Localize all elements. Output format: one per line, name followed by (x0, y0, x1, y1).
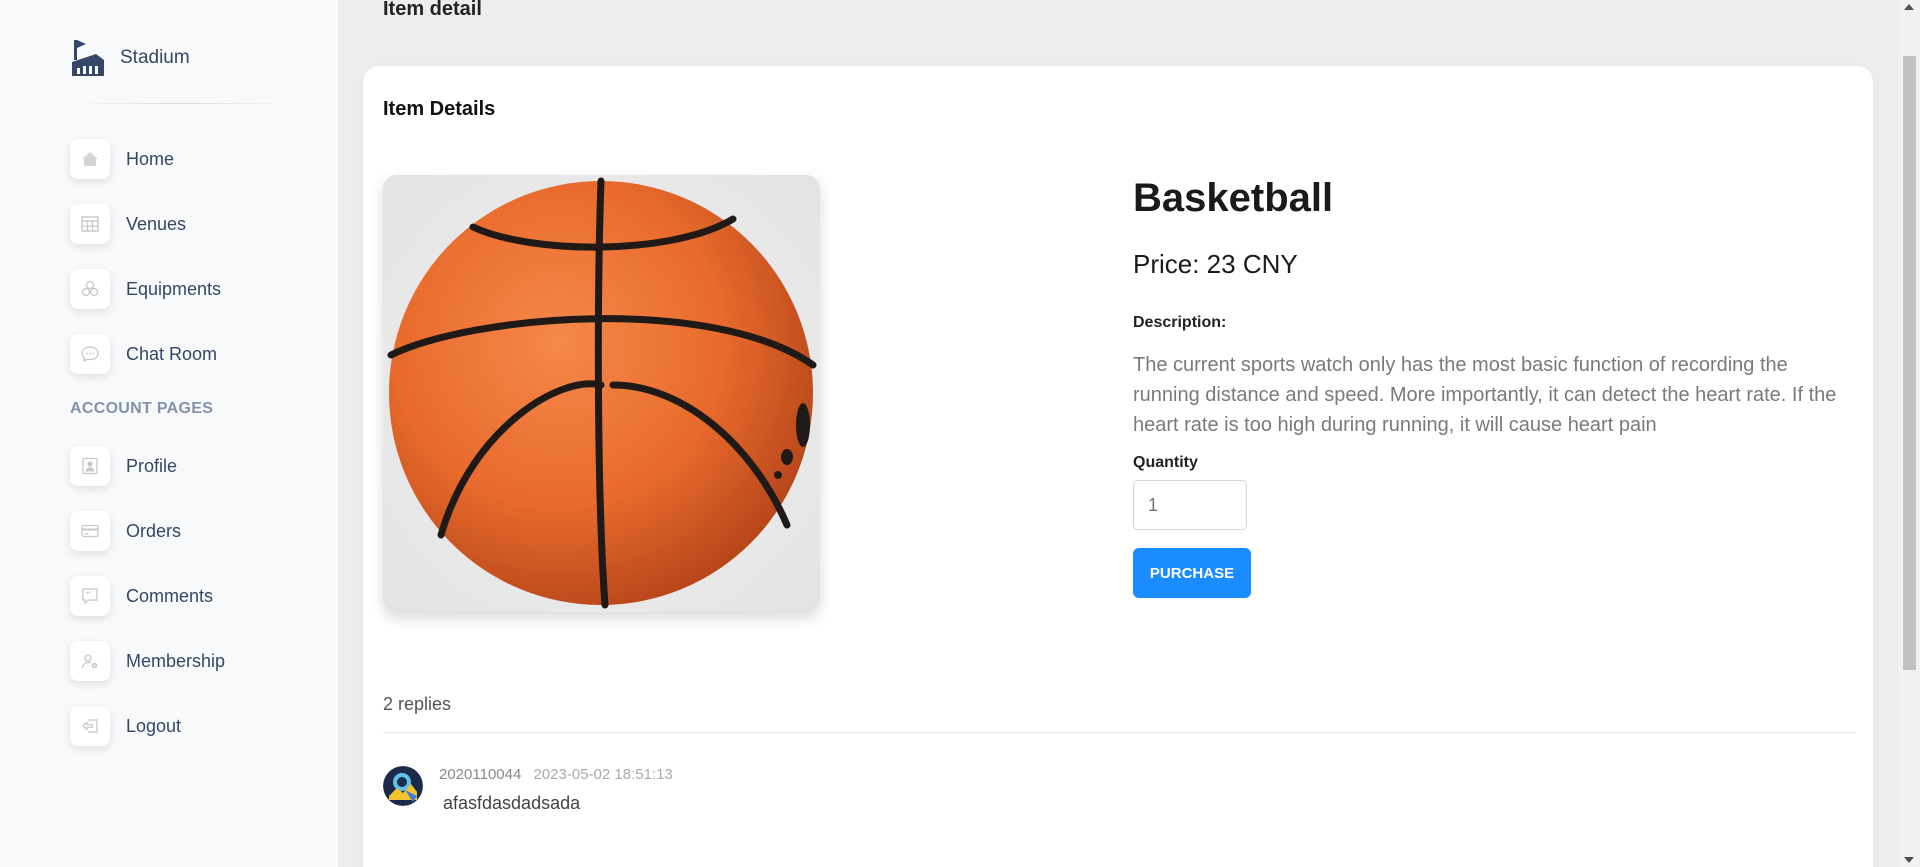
sidebar-item-home[interactable]: Home (70, 139, 174, 179)
cubes-icon (70, 269, 110, 309)
stadium-logo-icon (72, 40, 104, 76)
user-card-icon (70, 446, 110, 486)
section-title-account-pages: ACCOUNT PAGES (70, 400, 214, 417)
comment-meta: 2020110044 2023-05-02 18:51:13 (439, 766, 673, 783)
sidebar-item-comments[interactable]: ❞ Comments (70, 576, 213, 616)
sidebar-item-label: Equipments (126, 278, 222, 299)
brand[interactable]: Stadium (70, 38, 190, 78)
sidebar-divider (70, 103, 294, 104)
sidebar-item-equipments[interactable]: Equipments (70, 269, 221, 309)
sidebar-item-chat-room[interactable]: Chat Room (70, 334, 217, 374)
comment-username[interactable]: 2020110044 (439, 766, 521, 783)
brand-name: Stadium (120, 47, 190, 68)
sidebar-item-label: Logout (126, 715, 182, 736)
sidebar-item-label: Comments (126, 585, 214, 606)
sidebar-item-orders[interactable]: Orders (70, 511, 181, 551)
sidebar-item-label: Venues (126, 213, 187, 234)
product-info: Basketball Price: 23 CNY Description: Th… (1133, 176, 1855, 598)
table-icon (70, 204, 110, 244)
sidebar-item-logout[interactable]: Logout (70, 706, 181, 746)
product-description: The current sports watch only has the mo… (1133, 354, 1837, 436)
logout-icon (70, 706, 110, 746)
home-icon (70, 139, 110, 179)
sidebar-item-membership[interactable]: Membership (70, 641, 225, 681)
quantity-label: Quantity (1133, 454, 1198, 471)
comment-text: afasfdasdadsada (443, 793, 581, 813)
basketball-image (383, 175, 820, 612)
product-price: Price: 23 CNY (1133, 249, 1298, 279)
comment-body: 2020110044 2023-05-02 18:51:13 afasfdasd… (439, 766, 673, 814)
scroll-up-arrow-icon[interactable] (1904, 4, 1914, 10)
scroll-down-arrow-icon[interactable] (1904, 857, 1914, 863)
comment-timestamp: 2023-05-02 18:51:13 (533, 766, 673, 783)
chat-icon (70, 334, 110, 374)
sidebar: Stadium Home Venues Equipments Chat Room… (0, 0, 338, 867)
product-name: Basketball (1133, 176, 1334, 220)
sidebar-item-label: Home (126, 148, 175, 169)
sidebar-item-label: Chat Room (126, 343, 218, 364)
sidebar-item-label: Orders (126, 520, 182, 541)
avatar[interactable] (383, 766, 423, 806)
replies-count: 2 replies (383, 694, 452, 714)
credit-card-icon (70, 511, 110, 551)
replies-divider (383, 732, 1856, 733)
purchase-button[interactable]: PURCHASE (1133, 548, 1251, 598)
sidebar-item-venues[interactable]: Venues (70, 204, 186, 244)
quantity-input[interactable] (1133, 480, 1247, 530)
product-image (383, 175, 820, 612)
svg-text:❞: ❞ (86, 591, 90, 600)
description-label: Description: (1133, 314, 1227, 331)
scroll-thumb[interactable] (1903, 56, 1916, 670)
sidebar-item-label: Profile (126, 455, 178, 476)
item-details-card: Item Details Basketball Price: 23 CNY De… (363, 66, 1873, 867)
sidebar-item-profile[interactable]: Profile (70, 446, 177, 486)
sidebar-item-label: Membership (126, 650, 226, 671)
comment-item: 2020110044 2023-05-02 18:51:13 afasfdasd… (383, 766, 673, 814)
card-title: Item Details (383, 98, 496, 120)
user-settings-icon (70, 641, 110, 681)
page-scrollbar[interactable] (1899, 0, 1920, 867)
page-title: Item detail (383, 0, 482, 20)
quote-bubble-icon: ❞ (70, 576, 110, 616)
